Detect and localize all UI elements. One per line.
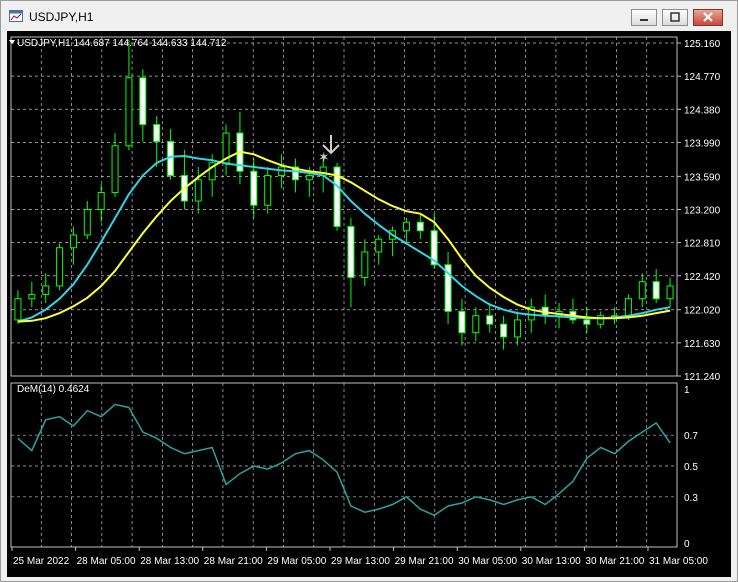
time-tick-label: 25 Mar 2022 xyxy=(13,556,70,567)
candle-body xyxy=(28,293,36,300)
time-tick-label: 31 Mar 05:00 xyxy=(649,556,708,567)
candle-body xyxy=(624,298,632,317)
candle-body xyxy=(56,247,64,287)
mt4-chart-window: USDJPY,H1 125.160 124.770 124.380 123.990 12… xyxy=(0,0,738,582)
candle-body xyxy=(375,238,383,253)
candle-body xyxy=(652,281,660,300)
indicator-tick-label: 0.7 xyxy=(684,431,698,442)
price-info-label: USDJPY,H1 144.687 144.764 144.633 144.71… xyxy=(17,38,227,49)
candle-body xyxy=(472,315,480,334)
price-tick-label: 125.160 xyxy=(684,39,721,50)
price-tick-label: 123.200 xyxy=(684,206,721,217)
close-icon xyxy=(703,12,713,22)
candle-body xyxy=(14,298,22,321)
candle-body xyxy=(361,251,369,278)
price-tick-label: 121.630 xyxy=(684,339,721,350)
price-tick-label: 124.380 xyxy=(684,105,721,116)
indicator-info-label: DeM(14) 0.4624 xyxy=(17,384,90,395)
chart-canvas[interactable]: 125.160 124.770 124.380 123.990 123.590 123.2… xyxy=(7,31,731,577)
window-title: USDJPY,H1 xyxy=(29,10,94,24)
candle-body xyxy=(111,145,119,194)
price-tick-label: 122.810 xyxy=(684,239,721,250)
chart-area[interactable]: 125.160 124.770 124.380 123.990 123.590 123.2… xyxy=(7,31,731,577)
time-tick-label: 29 Mar 21:00 xyxy=(395,556,454,567)
candle-body xyxy=(486,315,494,325)
chart-window-icon xyxy=(9,10,23,22)
time-tick-label: 30 Mar 21:00 xyxy=(585,556,644,567)
candle-body xyxy=(153,124,161,143)
time-tick-label: 28 Mar 13:00 xyxy=(140,556,199,567)
candle-body xyxy=(42,285,50,295)
time-tick-label: 28 Mar 05:00 xyxy=(77,556,136,567)
candle-body xyxy=(125,77,133,147)
time-tick-label: 29 Mar 13:00 xyxy=(331,556,390,567)
close-button[interactable] xyxy=(693,9,723,26)
candle-body xyxy=(513,319,521,338)
axes: 125.160 124.770 124.380 123.990 123.590 123.2… xyxy=(11,39,721,567)
candle-body xyxy=(139,77,147,126)
price-tick-label: 121.240 xyxy=(684,372,721,383)
indicator-tick-label: 0.5 xyxy=(684,462,698,473)
candle-body xyxy=(597,315,605,325)
time-tick-label: 30 Mar 05:00 xyxy=(458,556,517,567)
indicator-tick-label: 1 xyxy=(684,385,690,396)
price-tick-label: 123.990 xyxy=(684,138,721,149)
candle-body xyxy=(250,170,258,206)
candle-body xyxy=(583,319,591,325)
candle-body xyxy=(666,285,674,300)
time-tick-label: 30 Mar 13:00 xyxy=(522,556,581,567)
candle-body xyxy=(347,225,355,278)
candle-body xyxy=(305,175,313,181)
candle-body xyxy=(264,175,272,206)
price-tick-label: 122.420 xyxy=(684,272,721,283)
candle-body xyxy=(69,234,77,249)
candle-body xyxy=(638,281,646,300)
price-tick-label: 124.770 xyxy=(684,72,721,83)
minimize-button[interactable] xyxy=(631,9,657,26)
indicator-tick-label: 0.3 xyxy=(684,493,698,504)
candle-body xyxy=(416,221,424,232)
grid xyxy=(10,36,678,548)
candle-body xyxy=(83,209,91,236)
time-tick-label: 29 Mar 05:00 xyxy=(267,556,326,567)
title-bar[interactable]: USDJPY,H1 xyxy=(1,1,737,31)
candle-body xyxy=(97,192,105,211)
restore-icon xyxy=(670,12,680,22)
minimize-icon xyxy=(640,19,648,21)
sell-arrow-marker[interactable]: ✶ xyxy=(318,135,340,165)
star-icon: ✶ xyxy=(318,149,330,165)
restore-button[interactable] xyxy=(662,9,688,26)
candle-body xyxy=(500,323,508,338)
candle-body xyxy=(458,310,466,334)
candle-body xyxy=(402,221,410,232)
indicator-tick-label: 0 xyxy=(684,539,690,550)
time-tick-label: 28 Mar 21:00 xyxy=(204,556,263,567)
collapse-triangle-icon[interactable] xyxy=(9,40,15,44)
price-tick-label: 122.020 xyxy=(684,306,721,317)
price-tick-label: 123.590 xyxy=(684,172,721,183)
candle-body xyxy=(194,179,202,202)
